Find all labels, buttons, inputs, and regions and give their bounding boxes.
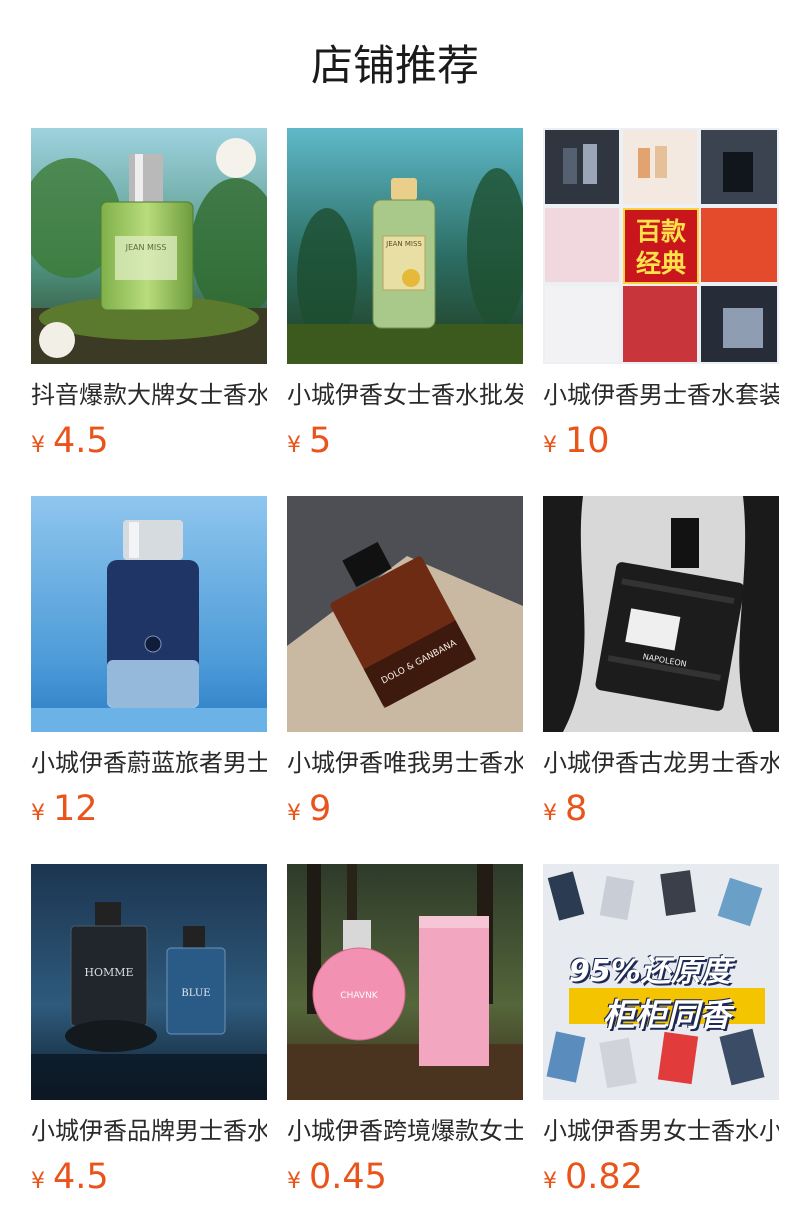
bottle-label-2: BLUE <box>181 988 210 999</box>
product-price: ¥0.82 <box>543 1154 779 1200</box>
pink-perfume-bottle-icon[interactable]: CHAVNK <box>287 864 523 1100</box>
price-value: 10 <box>565 421 610 461</box>
currency-symbol: ¥ <box>287 1169 301 1194</box>
promo-badge: 百款 经典 <box>623 208 699 284</box>
product-card[interactable]: DOLO & GANBANA 小城伊香唯我男士香水 ¥9 <box>287 496 523 864</box>
bottle-label: CHAVNK <box>340 991 379 1001</box>
price-value: 9 <box>309 789 332 829</box>
green-perfume-bottle-icon[interactable]: JEAN MISS <box>31 128 267 364</box>
price-value: 12 <box>53 789 98 829</box>
price-value: 0.45 <box>309 1157 387 1197</box>
currency-symbol: ¥ <box>31 1169 45 1194</box>
product-card[interactable]: 95%还原度 柜柜同香 小城伊香男女士香水小样 ¥0.82 <box>543 864 779 1232</box>
product-price: ¥8 <box>543 786 779 832</box>
product-name[interactable]: 小城伊香男女士香水小样 <box>543 1114 779 1148</box>
product-card[interactable]: HOMME BLUE 小城伊香品牌男士香水 ¥4.5 <box>31 864 267 1232</box>
black-perfume-bottle-icon[interactable]: NAPOLEON <box>543 496 779 732</box>
product-name[interactable]: 小城伊香男士香水套装 <box>543 378 779 412</box>
brown-perfume-bottle-icon[interactable]: DOLO & GANBANA <box>287 496 523 732</box>
product-price: ¥5 <box>287 418 523 464</box>
sample-perfume-collage-icon[interactable]: 95%还原度 柜柜同香 <box>543 864 779 1100</box>
product-price: ¥4.5 <box>31 1154 267 1200</box>
product-card[interactable]: CHAVNK 小城伊香跨境爆款女士香水 ¥0.45 <box>287 864 523 1232</box>
green-perfume-bottle-icon[interactable]: JEAN MISS <box>287 128 523 364</box>
recommendation-page: 店铺推荐 JEAN MISS 抖音爆款大牌女士香水 ¥ 4.5 JEAN MIS… <box>0 0 790 1232</box>
product-name[interactable]: 小城伊香品牌男士香水 <box>31 1114 267 1148</box>
currency-symbol: ¥ <box>31 801 45 826</box>
currency-symbol: ¥ <box>31 433 45 458</box>
bottle-label: JEAN MISS <box>385 240 422 248</box>
price-value: 4.5 <box>53 1157 109 1197</box>
product-card[interactable]: JEAN MISS 抖音爆款大牌女士香水 ¥4.5 <box>31 128 267 496</box>
price-value: 5 <box>309 421 332 461</box>
product-price: ¥9 <box>287 786 523 832</box>
product-price: ¥0.45 <box>287 1154 523 1200</box>
product-price: ¥10 <box>543 418 779 464</box>
price-value: 4.5 <box>53 421 109 461</box>
product-name[interactable]: 小城伊香唯我男士香水 <box>287 746 523 780</box>
currency-symbol: ¥ <box>543 1169 557 1194</box>
product-card[interactable]: JEAN MISS 小城伊香女士香水批发 ¥5 <box>287 128 523 496</box>
promo-line-2: 柜柜同香 <box>603 996 732 1034</box>
product-name[interactable]: 小城伊香蔚蓝旅者男士香水 <box>31 746 267 780</box>
product-name[interactable]: 小城伊香古龙男士香水 <box>543 746 779 780</box>
product-card[interactable]: 小城伊香蔚蓝旅者男士香水 ¥12 <box>31 496 267 864</box>
promo-line-1: 百款 <box>635 217 686 246</box>
homme-perfume-bottles-icon[interactable]: HOMME BLUE <box>31 864 267 1100</box>
section-title: 店铺推荐 <box>310 41 479 90</box>
currency-symbol: ¥ <box>287 801 301 826</box>
currency-symbol: ¥ <box>287 433 301 458</box>
promo-line-1: 95%还原度 <box>569 954 731 989</box>
bottle-label: JEAN MISS <box>125 243 167 252</box>
currency-symbol: ¥ <box>543 801 557 826</box>
bottle-label: HOMME <box>84 966 133 979</box>
product-price: ¥12 <box>31 786 267 832</box>
currency-symbol: ¥ <box>543 433 557 458</box>
product-card[interactable]: 百款 经典 小城伊香男士香水套装 ¥10 <box>543 128 779 496</box>
product-name[interactable]: 抖音爆款大牌女士香水 <box>31 378 267 412</box>
product-card[interactable]: NAPOLEON 小城伊香古龙男士香水 ¥8 <box>543 496 779 864</box>
product-name[interactable]: 小城伊香跨境爆款女士香水 <box>287 1114 523 1148</box>
price-value: 8 <box>565 789 588 829</box>
promo-line-2: 经典 <box>635 249 686 278</box>
product-grid: JEAN MISS 抖音爆款大牌女士香水 ¥4.5 JEAN MISS 小城伊香… <box>31 128 779 1232</box>
product-name[interactable]: 小城伊香女士香水批发 <box>287 378 523 412</box>
perfume-gift-set-collage-icon[interactable]: 百款 经典 <box>543 128 779 364</box>
price-value: 0.82 <box>565 1157 643 1197</box>
product-price: ¥4.5 <box>31 418 267 464</box>
blue-perfume-bottle-icon[interactable] <box>31 496 267 732</box>
